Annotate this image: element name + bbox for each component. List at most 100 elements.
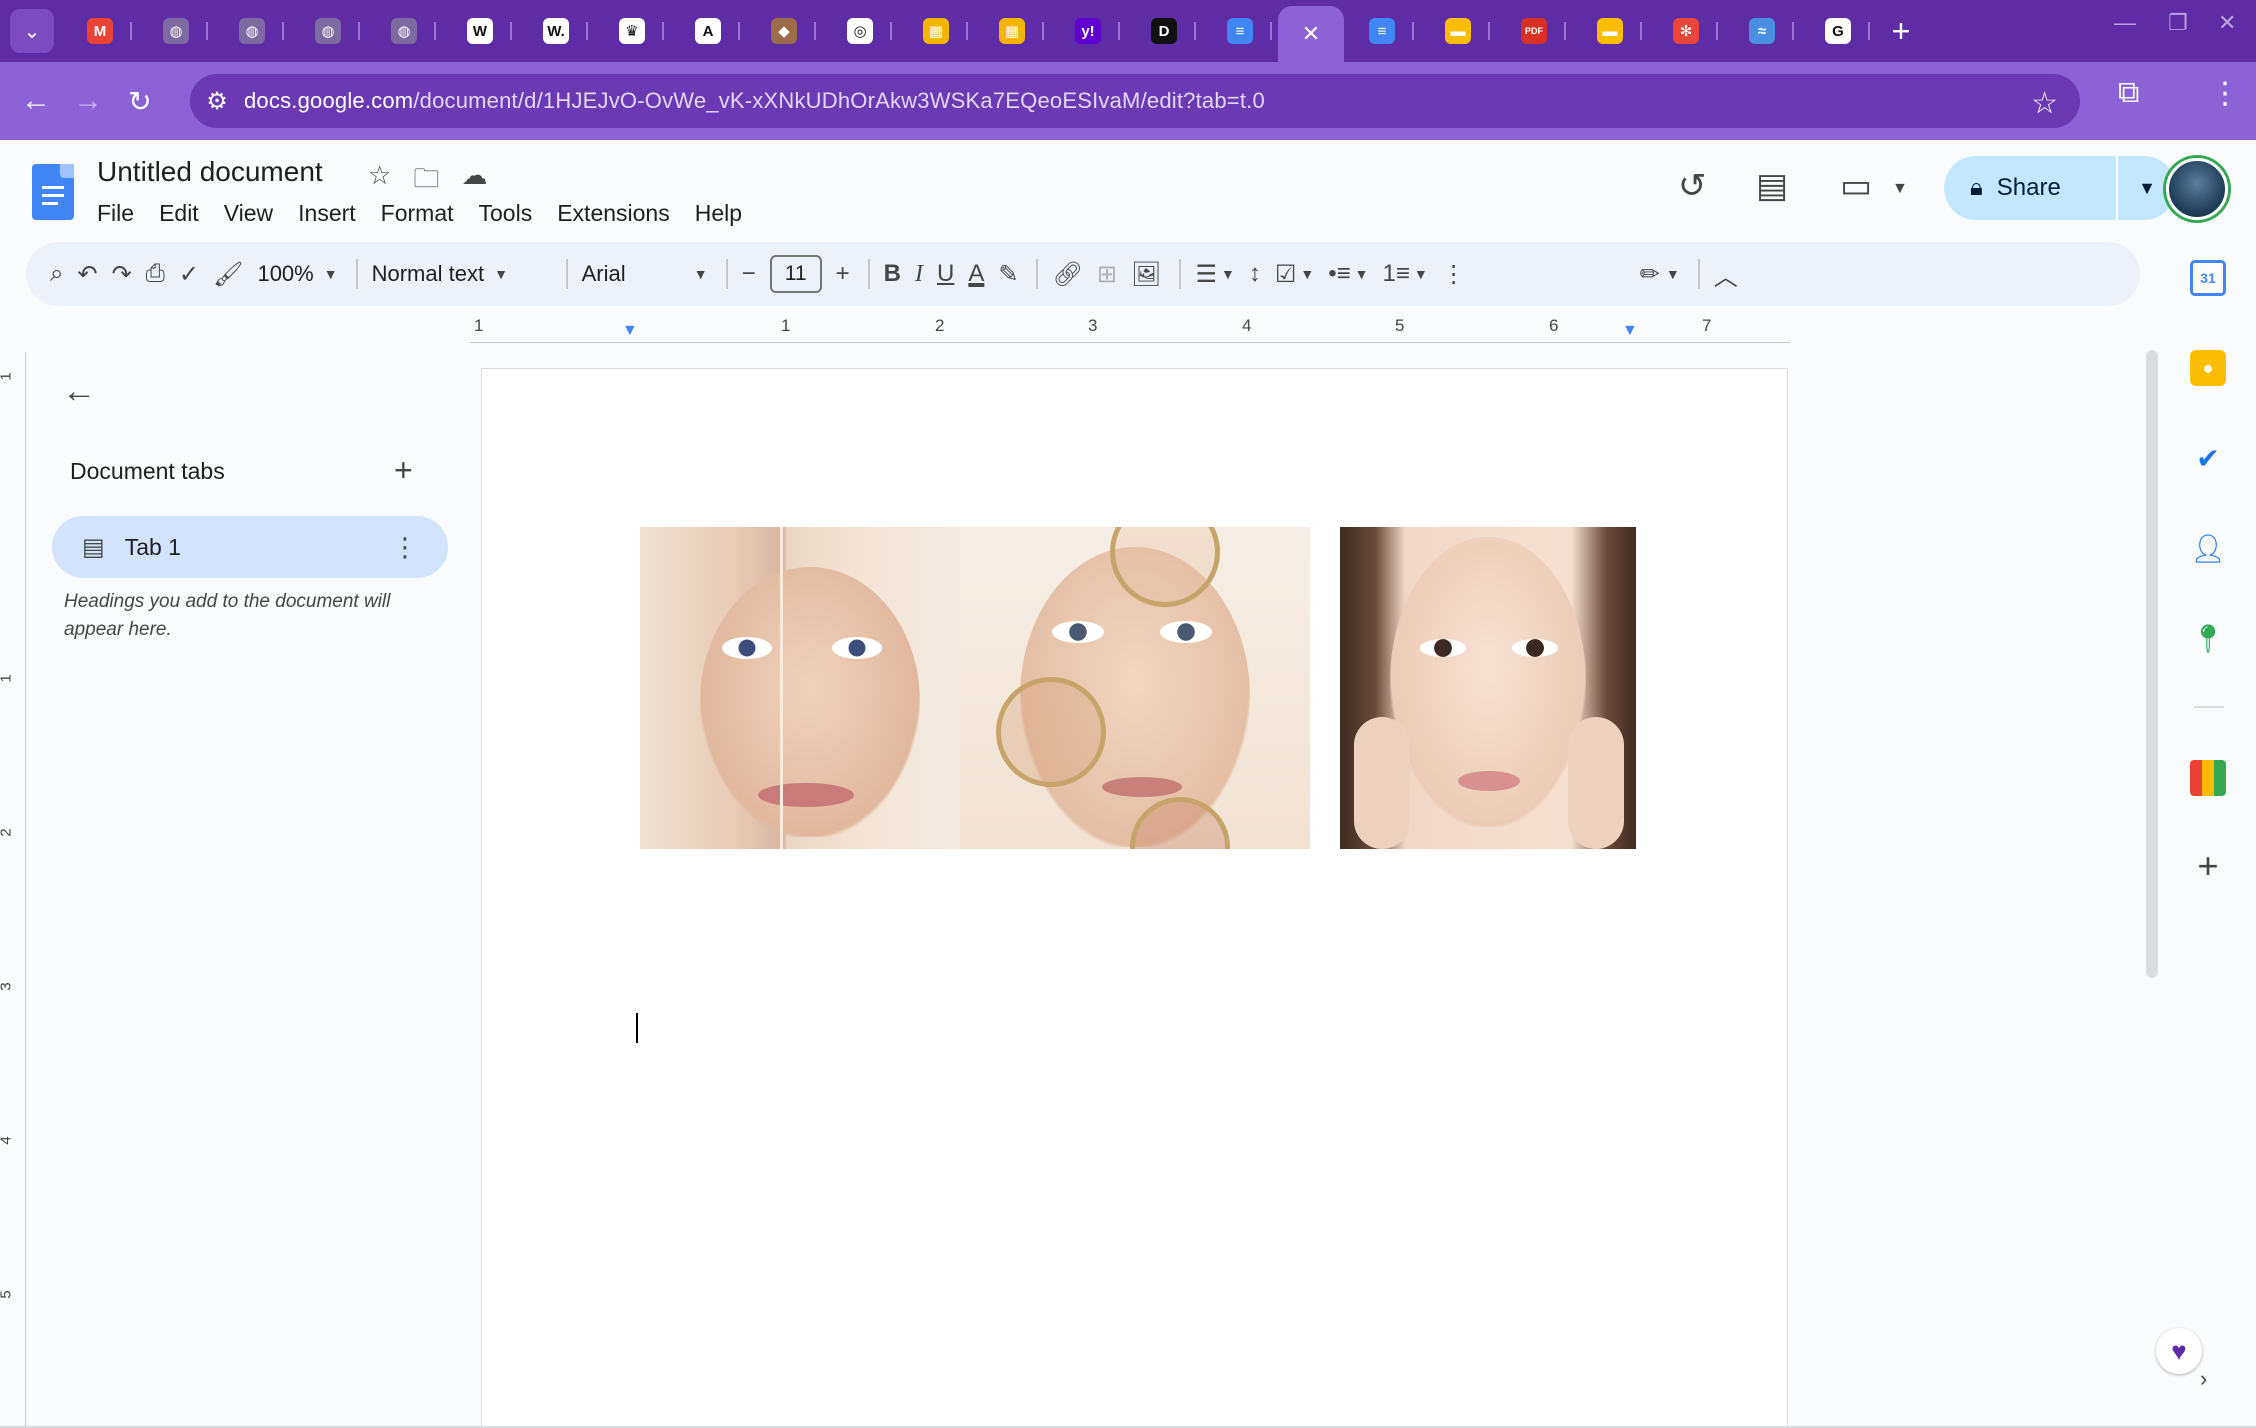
menu-help[interactable]: Help xyxy=(695,198,751,229)
meet-video-icon[interactable]: ▭ xyxy=(1840,166,1872,206)
browser-tab[interactable]: ✕ xyxy=(1278,6,1344,62)
italic-icon[interactable]: I xyxy=(915,252,923,296)
document-page[interactable] xyxy=(481,368,1788,1428)
google-tasks-icon[interactable]: ✔ xyxy=(2190,440,2226,476)
tab-1-item[interactable]: ▤ Tab 1 ⋮ xyxy=(52,516,448,578)
menu-extensions[interactable]: Extensions xyxy=(557,198,679,229)
reload-button[interactable]: ↻ xyxy=(114,75,166,127)
paragraph-style-select[interactable]: Normal text ▼ xyxy=(372,252,548,296)
browser-tab[interactable]: y! xyxy=(1050,8,1126,54)
browser-tab[interactable]: ◆ xyxy=(746,8,822,54)
browser-tab[interactable]: ▬ xyxy=(1572,8,1648,54)
text-color-icon[interactable]: A xyxy=(968,252,984,296)
editing-mode-icon[interactable]: ✏ ▼ xyxy=(1640,252,1680,296)
increase-font-size-icon[interactable]: + xyxy=(836,252,850,296)
browser-tab[interactable]: ◍ xyxy=(214,8,290,54)
google-calendar-icon[interactable]: 31 xyxy=(2190,260,2226,296)
heart-extension-icon[interactable]: ♥ xyxy=(2156,1328,2202,1374)
paint-format-icon[interactable]: 🖌︎ xyxy=(213,252,243,296)
browser-tab[interactable]: ≈ xyxy=(1724,8,1800,54)
browser-tab[interactable]: ✻ xyxy=(1648,8,1724,54)
decrease-font-size-icon[interactable]: − xyxy=(742,252,756,296)
add-tab-plus-icon[interactable]: + xyxy=(394,452,413,489)
bookmark-star-icon[interactable]: ☆ xyxy=(2031,86,2058,121)
address-bar[interactable]: ⚙ docs.google.com/document/d/1HJEJvO-OvW… xyxy=(190,74,2080,128)
left-indent-marker-icon[interactable]: ▼ xyxy=(622,322,638,340)
tab-search-menu-button[interactable]: ⌄ xyxy=(10,9,54,53)
new-tab-button[interactable]: + xyxy=(1876,6,1926,56)
zoom-select[interactable]: 100% ▼ xyxy=(257,252,337,296)
account-avatar[interactable] xyxy=(2166,158,2228,220)
redo-icon[interactable]: ↷ xyxy=(112,252,132,296)
bold-icon[interactable]: B xyxy=(884,252,901,296)
browser-tab[interactable]: ♛ xyxy=(594,8,670,54)
hide-menus-chevron-up-icon[interactable]: ︿ xyxy=(1714,252,1738,296)
version-history-icon[interactable]: ↺ xyxy=(1678,166,1707,206)
underline-icon[interactable]: U xyxy=(937,252,954,296)
print-icon[interactable]: ⎙ xyxy=(146,252,165,296)
get-addons-plus-icon[interactable]: + xyxy=(2190,845,2226,886)
inserted-image[interactable] xyxy=(640,527,1636,849)
browser-tab[interactable]: ▦ xyxy=(898,8,974,54)
bulleted-list-icon[interactable]: •≡ ▼ xyxy=(1328,252,1368,296)
browser-tab[interactable]: ◍ xyxy=(138,8,214,54)
url-text[interactable]: docs.google.com/document/d/1HJEJvO-OvWe_… xyxy=(244,88,1265,114)
browser-menu-icon[interactable]: ⋮ xyxy=(2210,76,2240,111)
browser-tab[interactable]: ≡ xyxy=(1344,8,1420,54)
menu-file[interactable]: File xyxy=(97,198,143,229)
document-title[interactable]: Untitled document xyxy=(97,156,323,188)
google-contacts-icon[interactable]: 👤︎ xyxy=(2190,530,2226,566)
insert-image-icon[interactable]: 🖼︎ xyxy=(1131,252,1161,296)
undo-icon[interactable]: ↶ xyxy=(77,252,97,296)
browser-tab[interactable]: ▬ xyxy=(1420,8,1496,54)
browser-tab[interactable]: M xyxy=(62,8,138,54)
close-tab-icon[interactable]: ✕ xyxy=(1302,21,1320,47)
browser-tab[interactable]: W xyxy=(442,8,518,54)
google-keep-icon[interactable]: ● xyxy=(2190,350,2226,386)
addon-grid-icon[interactable] xyxy=(2190,760,2226,796)
browser-tab[interactable]: ◍ xyxy=(290,8,366,54)
font-select[interactable]: Arial ▼ xyxy=(582,252,708,296)
google-maps-icon[interactable]: 📍︎ xyxy=(2190,620,2226,656)
browser-tab[interactable]: ◎ xyxy=(822,8,898,54)
highlight-color-icon[interactable]: ✎ xyxy=(998,252,1018,296)
close-outline-arrow-icon[interactable]: ← xyxy=(62,372,96,411)
back-button[interactable]: ← xyxy=(10,75,62,127)
insert-link-icon[interactable]: 🔗︎ xyxy=(1052,252,1082,296)
browser-tab[interactable]: A xyxy=(670,8,746,54)
add-comment-icon[interactable]: ⊞ xyxy=(1097,252,1117,296)
browser-tab[interactable]: ▦ xyxy=(974,8,1050,54)
extensions-icon[interactable]: ⧉ xyxy=(2118,76,2139,110)
browser-tab[interactable]: ≡ xyxy=(1202,8,1278,54)
meet-dropdown-icon[interactable]: ▼ xyxy=(1892,180,1908,198)
forward-button[interactable]: → xyxy=(62,75,114,127)
minimize-icon[interactable]: — xyxy=(2114,10,2136,36)
show-side-panel-chevron-icon[interactable]: › xyxy=(2200,1366,2207,1392)
menu-view[interactable]: View xyxy=(224,198,282,229)
menu-format[interactable]: Format xyxy=(381,198,463,229)
font-size-input[interactable]: 11 xyxy=(769,255,822,293)
browser-tab[interactable]: PDF xyxy=(1496,8,1572,54)
spellcheck-icon[interactable]: ✓ xyxy=(179,252,199,296)
share-button[interactable]: 🔒︎ Share xyxy=(1944,156,2116,220)
browser-tab[interactable]: D xyxy=(1126,8,1202,54)
search-menus-icon[interactable]: ⌕ xyxy=(50,252,63,296)
menu-edit[interactable]: Edit xyxy=(159,198,208,229)
menu-tools[interactable]: Tools xyxy=(479,198,542,229)
numbered-list-icon[interactable]: 1≡ ▼ xyxy=(1383,252,1428,296)
checklist-icon[interactable]: ☑ ▼ xyxy=(1275,252,1314,296)
vertical-scrollbar[interactable] xyxy=(2146,350,2158,978)
more-options-icon[interactable]: ⋮ xyxy=(1442,252,1466,296)
line-spacing-icon[interactable]: ↕ xyxy=(1249,252,1261,296)
align-left-icon[interactable]: ☰ ▼ xyxy=(1195,252,1234,296)
browser-tab[interactable]: G xyxy=(1800,8,1876,54)
maximize-icon[interactable]: ❐ xyxy=(2168,10,2188,36)
browser-tab[interactable]: W. xyxy=(518,8,594,54)
tab-options-icon[interactable]: ⋮ xyxy=(392,532,418,563)
google-docs-logo-icon[interactable] xyxy=(32,164,74,220)
right-indent-marker-icon[interactable]: ▼ xyxy=(1622,322,1638,340)
comments-icon[interactable]: ▤ xyxy=(1756,166,1788,206)
close-window-icon[interactable]: ✕ xyxy=(2218,10,2236,36)
menu-insert[interactable]: Insert xyxy=(298,198,365,229)
site-info-icon[interactable]: ⚙ xyxy=(190,87,244,116)
